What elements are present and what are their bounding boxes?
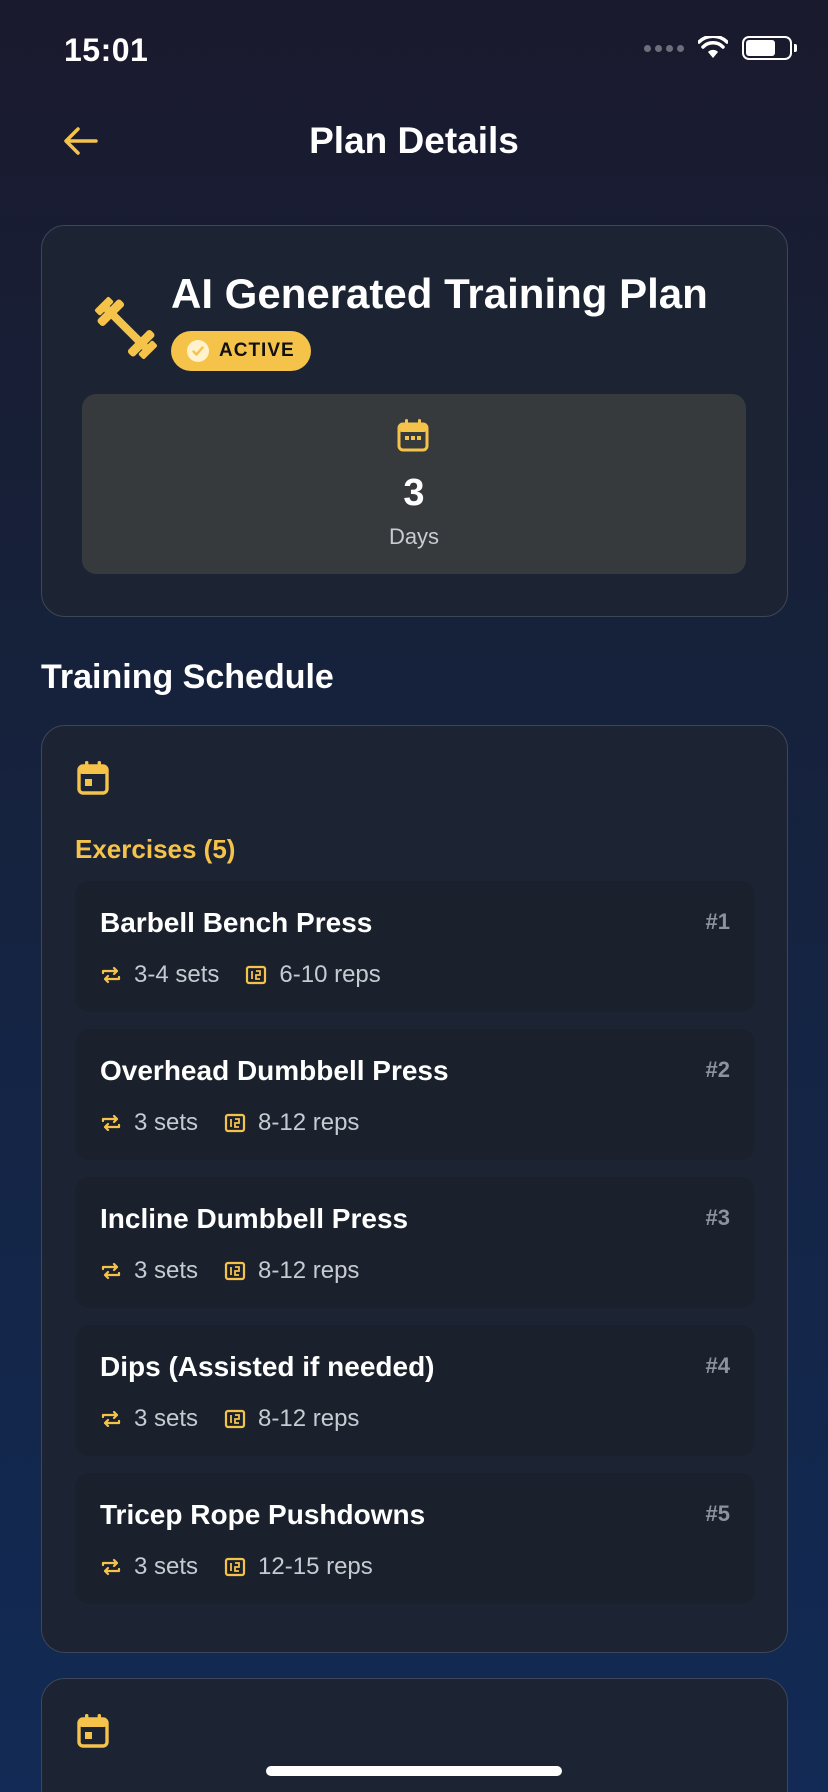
exercise-meta: 3-4 sets 6-10 reps (100, 961, 381, 989)
battery-icon (742, 36, 797, 60)
exercise-name: Tricep Rope Pushdowns (100, 1499, 426, 1530)
repeat-icon (100, 1112, 122, 1134)
status-badge: ACTIVE (171, 331, 311, 371)
exercise-sets: 3 sets (134, 1109, 199, 1136)
exercise-name: Dips (Assisted if needed) (100, 1351, 435, 1382)
numeric-icon (224, 1112, 246, 1134)
exercise-item[interactable]: Incline Dumbbell Press #3 3 sets 8-12 re… (75, 1177, 755, 1308)
repeat-icon (100, 1408, 122, 1430)
exercise-meta: 3 sets 8-12 reps (100, 1109, 359, 1137)
repeat-icon (100, 1260, 122, 1282)
exercise-sets: 3 sets (134, 1405, 199, 1432)
numeric-icon (224, 1408, 246, 1430)
exercise-reps: 6-10 reps (279, 961, 381, 988)
exercise-item[interactable]: Overhead Dumbbell Press #2 3 sets 8-12 r… (75, 1029, 755, 1160)
exercise-meta: 3 sets 8-12 reps (100, 1405, 359, 1433)
exercise-sets: 3 sets (134, 1257, 199, 1284)
page-title: Plan Details (309, 120, 519, 161)
exercise-item[interactable]: Dips (Assisted if needed) #4 3 sets 8-12… (75, 1325, 755, 1456)
numeric-icon (224, 1556, 246, 1578)
status-time: 15:01 (64, 32, 149, 68)
status-icons (644, 36, 797, 60)
calendar-icon (397, 419, 429, 452)
check-circle-icon (187, 340, 209, 362)
nav-bar: Plan Details (0, 100, 828, 180)
status-badge-label: ACTIVE (219, 340, 295, 361)
exercise-number: #1 (705, 909, 730, 934)
days-value: 3 (403, 472, 425, 514)
calendar-icon (77, 1714, 109, 1748)
section-title: Training Schedule (41, 658, 334, 696)
dumbbell-icon (95, 297, 157, 359)
exercise-number: #5 (705, 1501, 730, 1526)
exercise-sets: 3 sets (134, 1553, 199, 1580)
exercise-reps: 12-15 reps (258, 1553, 373, 1580)
exercise-reps: 8-12 reps (258, 1405, 360, 1432)
exercise-sets: 3-4 sets (134, 961, 220, 988)
days-summary: 3 Days (82, 394, 746, 574)
exercise-meta: 3 sets 12-15 reps (100, 1553, 373, 1581)
numeric-icon (224, 1260, 246, 1282)
cellular-signal-icon (644, 44, 684, 52)
exercise-name: Overhead Dumbbell Press (100, 1055, 449, 1086)
exercise-item[interactable]: Tricep Rope Pushdowns #5 3 sets 12-15 re… (75, 1473, 755, 1604)
exercise-name: Barbell Bench Press (100, 907, 373, 938)
exercises-heading: Exercises (5) (75, 834, 236, 864)
numeric-icon (245, 964, 267, 986)
wifi-icon (698, 36, 728, 58)
exercise-number: #2 (705, 1057, 730, 1082)
status-bar: 15:01 (0, 0, 828, 100)
exercise-number: #3 (705, 1205, 730, 1230)
schedule-day-card: Exercises (5) Barbell Bench Press #1 3-4… (41, 725, 788, 1653)
plan-title: AI Generated Training Plan (171, 270, 708, 317)
repeat-icon (100, 1556, 122, 1578)
repeat-icon (100, 964, 122, 986)
exercise-reps: 8-12 reps (258, 1109, 360, 1136)
exercise-item[interactable]: Barbell Bench Press #1 3-4 sets 6-10 rep… (75, 881, 755, 1012)
plan-card: AI Generated Training Plan ACTIVE 3 Days (41, 225, 788, 617)
exercise-number: #4 (705, 1353, 730, 1378)
exercise-reps: 8-12 reps (258, 1257, 360, 1284)
home-indicator[interactable] (266, 1766, 562, 1776)
exercise-name: Incline Dumbbell Press (100, 1203, 409, 1234)
days-label: Days (388, 524, 440, 549)
calendar-icon (77, 761, 109, 795)
exercise-meta: 3 sets 8-12 reps (100, 1257, 359, 1285)
